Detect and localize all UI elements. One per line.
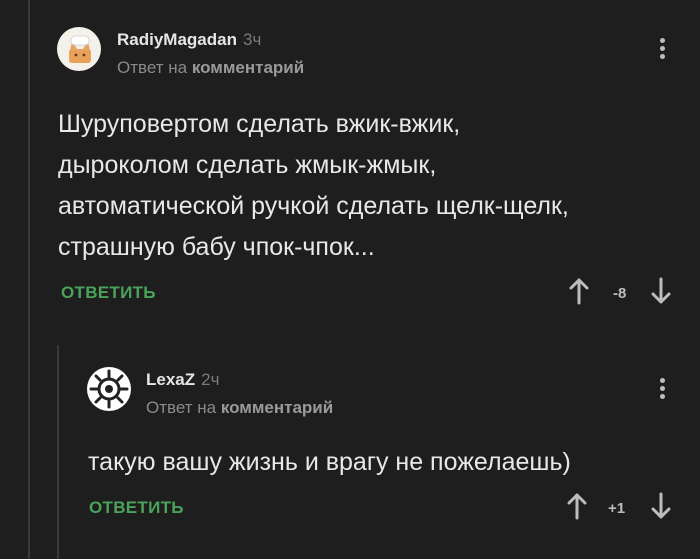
- comment-text-line: такую вашу жизнь и врагу не пожелаешь): [88, 448, 571, 476]
- reply-prefix: Ответ на: [117, 58, 188, 77]
- comment-author[interactable]: LexaZ 2ч: [146, 370, 219, 390]
- reply-to-line: Ответ на комментарий: [146, 398, 333, 418]
- downvote-arrow-icon[interactable]: [650, 492, 672, 520]
- reply-button[interactable]: ОТВЕТИТЬ: [61, 283, 156, 303]
- comment-text-line: дыроколом сделать жмык-жмык,: [58, 151, 437, 179]
- gear-avatar-icon[interactable]: [87, 367, 131, 411]
- comment-time: 3ч: [242, 30, 262, 49]
- parent-comment-link[interactable]: комментарий: [192, 58, 304, 77]
- comment-text-line: страшную бабу чпок-чпок...: [58, 233, 375, 261]
- rating-count: -8: [613, 285, 627, 302]
- rating-count: +1: [608, 500, 626, 517]
- reply-button[interactable]: ОТВЕТИТЬ: [89, 498, 184, 518]
- more-menu-icon[interactable]: [655, 36, 669, 62]
- comment-text: такую вашу жизнь и врагу не пожелаешь): [88, 442, 571, 483]
- author-name[interactable]: LexaZ: [146, 370, 195, 389]
- cat-avatar-icon[interactable]: [57, 27, 101, 71]
- parent-comment-link[interactable]: комментарий: [221, 398, 333, 417]
- upvote-arrow-icon[interactable]: [566, 492, 588, 520]
- comment-author[interactable]: RadiyMagadan 3ч: [117, 30, 261, 50]
- thread-line-reply: [57, 345, 59, 559]
- comment-time: 2ч: [201, 370, 220, 389]
- downvote-arrow-icon[interactable]: [650, 277, 672, 305]
- more-menu-icon[interactable]: [655, 376, 669, 402]
- comment-text: Шуруповертом сделать вжик-вжик, дыроколо…: [58, 104, 569, 268]
- reply-to-line: Ответ на комментарий: [117, 58, 304, 78]
- comment-text-line: Шуруповертом сделать вжик-вжик,: [58, 110, 461, 138]
- comment-text-line: автоматической ручкой сделать щелк-щелк,: [58, 192, 569, 220]
- reply-prefix: Ответ на: [146, 398, 217, 417]
- thread-line-outer: [28, 0, 30, 559]
- author-name[interactable]: RadiyMagadan: [117, 30, 237, 49]
- upvote-arrow-icon[interactable]: [568, 277, 590, 305]
